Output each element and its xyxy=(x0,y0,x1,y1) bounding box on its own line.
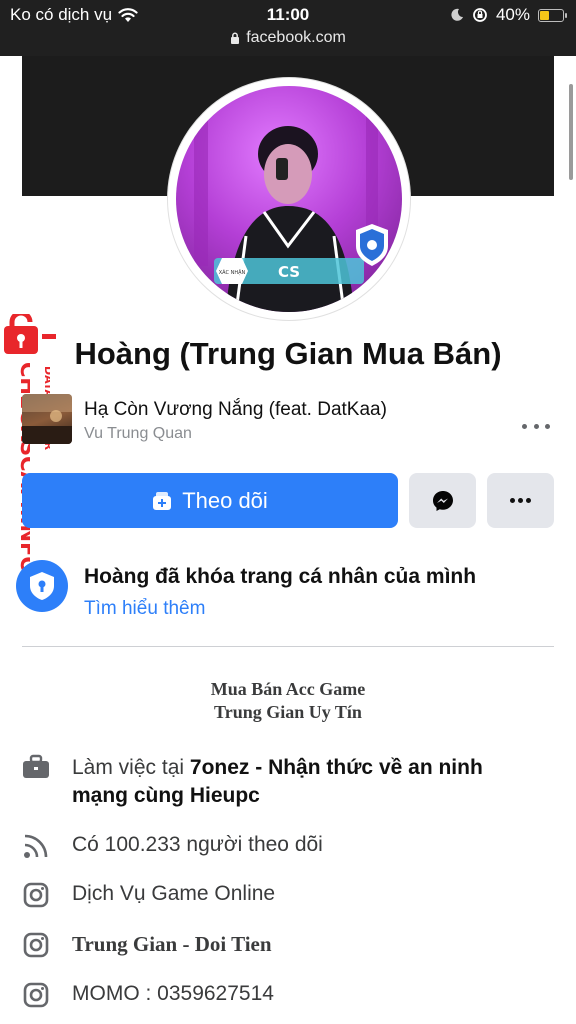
instagram-link[interactable]: MOMO : 0359627514 xyxy=(72,980,274,1008)
moon-icon xyxy=(451,8,463,21)
avatar: XÁC NHẬN CS xyxy=(176,86,402,312)
avatar-badge-text: CS xyxy=(278,263,300,281)
more-dot xyxy=(510,498,515,503)
instagram-icon xyxy=(22,881,50,909)
status-bar: Ko có dịch vụ 11:00 40% facebook.com xyxy=(0,0,576,56)
rotation-lock-icon xyxy=(473,8,487,22)
battery-icon xyxy=(538,8,567,22)
messenger-button[interactable] xyxy=(409,473,476,528)
scrollbar[interactable] xyxy=(569,84,573,180)
music-title[interactable]: Hạ Còn Vương Nắng (feat. DatKaa) xyxy=(84,399,387,421)
bio-line: Mua Bán Acc Game xyxy=(210,679,366,699)
profile-name: Hoàng (Trung Gian Mua Bán) xyxy=(74,336,502,371)
more-options-button[interactable] xyxy=(487,473,554,528)
instagram-link[interactable]: Trung Gian - Doi Tien xyxy=(72,930,272,958)
bio-line: Trung Gian Uy Tín xyxy=(214,702,362,722)
briefcase-icon xyxy=(22,753,50,781)
lock-small-icon xyxy=(231,32,240,44)
url-text: facebook.com xyxy=(246,29,346,46)
shield-lock-icon xyxy=(30,572,54,600)
follow-icon xyxy=(153,491,172,510)
music-more-icon[interactable] xyxy=(522,416,550,436)
learn-more-link[interactable]: Tìm hiểu thêm xyxy=(84,598,205,620)
music-thumbnail[interactable] xyxy=(22,394,72,444)
more-dot xyxy=(518,498,523,503)
instagram-icon xyxy=(22,931,50,959)
instagram-link[interactable]: Dịch Vụ Game Online xyxy=(72,880,275,908)
address-bar[interactable]: facebook.com xyxy=(0,29,576,47)
bio: Mua Bán Acc Game Trung Gian Uy Tín xyxy=(0,678,576,724)
messenger-icon xyxy=(432,490,453,511)
work-detail: Làm việc tại 7onez - Nhận thức về an nin… xyxy=(72,754,542,810)
follow-button[interactable]: Theo dõi xyxy=(22,473,398,528)
music-cover-icon xyxy=(22,394,72,444)
svg-text:XÁC NHẬN: XÁC NHẬN xyxy=(219,269,246,276)
profile-picture[interactable]: XÁC NHẬN CS xyxy=(168,78,410,320)
instagram-icon xyxy=(22,981,50,1009)
more-dot xyxy=(526,498,531,503)
locked-profile-title: Hoàng đã khóa trang cá nhân của mình xyxy=(84,565,477,588)
rss-icon xyxy=(22,832,50,860)
followers-count: Có 100.233 người theo dõi xyxy=(72,833,323,856)
work-prefix: Làm việc tại xyxy=(72,756,190,779)
avatar-photo: XÁC NHẬN CS xyxy=(194,96,388,312)
battery-percent: 40% xyxy=(495,5,530,24)
follow-button-label: Theo dõi xyxy=(182,487,268,513)
divider xyxy=(22,646,554,647)
music-artist: Vu Trung Quan xyxy=(84,425,192,442)
locked-profile-icon xyxy=(16,560,68,612)
